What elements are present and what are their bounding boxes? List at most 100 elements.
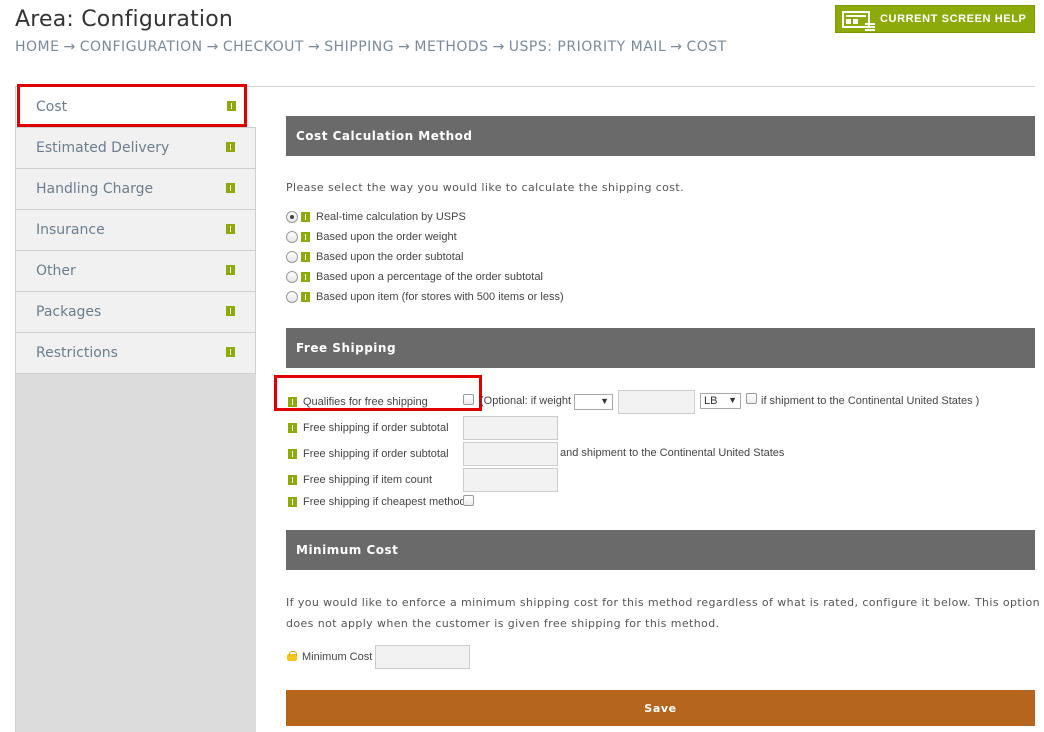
- breadcrumb-home[interactable]: HOME: [15, 39, 59, 55]
- sidebar-item-other[interactable]: Other: [16, 251, 256, 292]
- breadcrumb-separator: →: [670, 39, 683, 55]
- breadcrumb-separator: →: [398, 39, 411, 55]
- minimum-cost-input[interactable]: [375, 645, 470, 669]
- lock-warning-icon: [286, 651, 298, 663]
- free-shipping-cheapest-checkbox[interactable]: [463, 495, 474, 506]
- cost-option-realtime-usps[interactable]: Real-time calculation by USPS: [286, 209, 466, 225]
- minimum-cost-description-line2: does not apply when the customer is give…: [286, 617, 720, 630]
- radio-button[interactable]: [286, 211, 298, 223]
- save-button[interactable]: Save: [286, 690, 1035, 726]
- info-icon: [288, 423, 297, 433]
- sidebar-item-estimated-delivery[interactable]: Estimated Delivery: [16, 128, 256, 169]
- sidebar: Cost Estimated Delivery Handling Charge …: [15, 87, 256, 732]
- free-shipping-item-count-input[interactable]: [463, 468, 558, 492]
- cost-calculation-method-header: Cost Calculation Method: [286, 116, 1035, 156]
- cost-option-order-subtotal[interactable]: Based upon the order subtotal: [286, 249, 463, 265]
- weight-operator-select[interactable]: ▼: [574, 394, 613, 410]
- free-shipping-subtotal-row: Free shipping if order subtotal: [288, 419, 449, 437]
- info-icon: [301, 212, 310, 222]
- breadcrumb-separator: →: [206, 39, 219, 55]
- breadcrumb: HOME → CONFIGURATION → CHECKOUT → SHIPPING → MET…: [15, 39, 727, 55]
- free-shipping-subtotal-continental-input[interactable]: [463, 442, 558, 466]
- info-icon: [301, 292, 310, 302]
- free-shipping-subtotal-label: Free shipping if order subtotal: [303, 422, 449, 434]
- free-shipping-subtotal-continental-row: Free shipping if order subtotal: [288, 445, 449, 463]
- sidebar-item-label: Packages: [36, 304, 102, 320]
- qualifies-free-shipping-label: Qualifies for free shipping: [303, 396, 428, 408]
- free-shipping-item-count-label: Free shipping if item count: [303, 474, 433, 486]
- info-icon: [301, 272, 310, 282]
- subtotal-continental-suffix: and shipment to the Continental United S…: [560, 447, 785, 459]
- breadcrumb-shipping[interactable]: SHIPPING: [324, 39, 394, 55]
- breadcrumb-separator: →: [492, 39, 505, 55]
- cost-option-per-item[interactable]: Based upon item (for stores with 500 ite…: [286, 289, 564, 305]
- sidebar-item-cost[interactable]: Cost: [16, 87, 256, 128]
- breadcrumb-methods[interactable]: METHODS: [414, 39, 488, 55]
- info-icon: [226, 306, 235, 316]
- breadcrumb-separator: →: [63, 39, 76, 55]
- sidebar-item-restrictions[interactable]: Restrictions: [16, 333, 256, 374]
- weight-unit-select[interactable]: LB ▼: [700, 393, 741, 409]
- sidebar-item-insurance[interactable]: Insurance: [16, 210, 256, 251]
- qualifies-free-shipping-row: Qualifies for free shipping: [288, 393, 428, 411]
- radio-button[interactable]: [286, 231, 298, 243]
- current-screen-help-button[interactable]: CURRENT SCREEN HELP: [835, 5, 1035, 33]
- qualifies-free-shipping-checkbox[interactable]: [463, 394, 474, 405]
- info-icon: [226, 142, 235, 152]
- dropdown-arrow-icon: ▼: [728, 395, 737, 405]
- breadcrumb-separator: →: [308, 39, 321, 55]
- breadcrumb-checkout[interactable]: CHECKOUT: [223, 39, 304, 55]
- free-shipping-item-count-row: Free shipping if item count: [288, 471, 432, 489]
- sidebar-item-label: Handling Charge: [36, 181, 154, 197]
- sidebar-item-label: Estimated Delivery: [36, 140, 170, 156]
- sidebar-item-label: Cost: [36, 99, 68, 115]
- info-icon: [288, 475, 297, 485]
- info-icon: [288, 497, 297, 507]
- cost-option-percentage-subtotal[interactable]: Based upon a percentage of the order sub…: [286, 269, 543, 285]
- weight-value-input[interactable]: [618, 390, 695, 414]
- radio-button[interactable]: [286, 271, 298, 283]
- sidebar-item-handling-charge[interactable]: Handling Charge: [16, 169, 256, 210]
- minimum-cost-row: Minimum Cost: [286, 648, 372, 666]
- info-icon: [227, 101, 236, 111]
- sidebar-item-label: Restrictions: [36, 345, 118, 361]
- sidebar-item-label: Insurance: [36, 222, 105, 238]
- minimum-cost-description-line1: If you would like to enforce a minimum s…: [286, 596, 1041, 609]
- dropdown-arrow-icon: ▼: [600, 396, 609, 406]
- info-icon: [226, 265, 235, 275]
- free-shipping-cheapest-row: Free shipping if cheapest method: [288, 493, 466, 511]
- cost-option-label: Based upon the order weight: [316, 231, 457, 243]
- sidebar-item-packages[interactable]: Packages: [16, 292, 256, 333]
- help-screen-icon: [842, 10, 875, 28]
- info-icon: [288, 397, 297, 407]
- radio-button[interactable]: [286, 251, 298, 263]
- cost-option-order-weight[interactable]: Based upon the order weight: [286, 229, 457, 245]
- cost-option-label: Based upon item (for stores with 500 ite…: [316, 291, 564, 303]
- info-icon: [226, 224, 235, 234]
- cost-method-instruction: Please select the way you would like to …: [286, 181, 685, 194]
- continental-us-label: if shipment to the Continental United St…: [761, 395, 980, 407]
- weight-unit-value: LB: [704, 395, 718, 407]
- info-icon: [226, 183, 235, 193]
- info-icon: [226, 347, 235, 357]
- page-title: Area: Configuration: [15, 7, 234, 32]
- minimum-cost-header: Minimum Cost: [286, 530, 1035, 570]
- info-icon: [301, 252, 310, 262]
- info-icon: [288, 449, 297, 459]
- cost-option-label: Based upon the order subtotal: [316, 251, 464, 263]
- breadcrumb-configuration[interactable]: CONFIGURATION: [80, 39, 203, 55]
- minimum-cost-description: If you would like to enforce a minimum s…: [286, 592, 1044, 634]
- free-shipping-cheapest-label: Free shipping if cheapest method: [303, 496, 466, 508]
- breadcrumb-usps-priority-mail[interactable]: USPS: PRIORITY MAIL: [509, 39, 666, 55]
- radio-button[interactable]: [286, 291, 298, 303]
- cost-option-label: Based upon a percentage of the order sub…: [316, 271, 543, 283]
- sidebar-item-label: Other: [36, 263, 76, 279]
- free-shipping-subtotal-continental-label: Free shipping if order subtotal: [303, 448, 449, 460]
- optional-weight-label: (Optional: if weight: [480, 395, 572, 407]
- free-shipping-subtotal-input[interactable]: [463, 416, 558, 440]
- help-button-label: CURRENT SCREEN HELP: [880, 13, 1027, 25]
- continental-us-checkbox[interactable]: [746, 393, 757, 404]
- free-shipping-header: Free Shipping: [286, 328, 1035, 368]
- cost-option-label: Real-time calculation by USPS: [316, 211, 466, 223]
- info-icon: [301, 232, 310, 242]
